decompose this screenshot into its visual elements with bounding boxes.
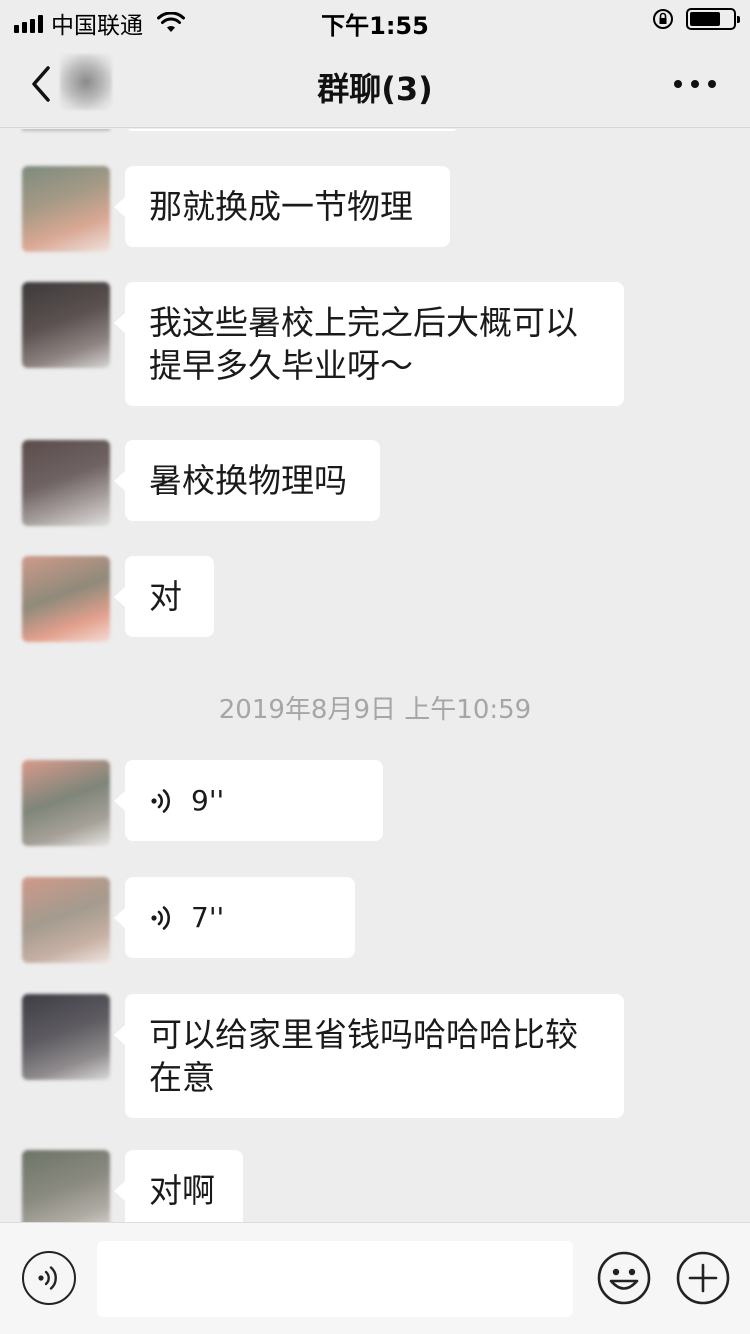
status-bar: 中国联通 下午1:55	[0, 0, 750, 40]
voice-duration: 9''	[191, 784, 225, 817]
rotation-lock-icon	[653, 9, 673, 29]
message-text: 可以给家里省钱吗哈哈哈比较	[149, 1015, 578, 1054]
chat-title: 群聊(3)	[317, 70, 433, 108]
message-input[interactable]	[97, 1241, 573, 1317]
avatar[interactable]	[22, 166, 110, 252]
more-dots-icon[interactable]	[674, 80, 716, 88]
message-text: 那就换成一节物理	[149, 187, 413, 226]
message-text: 提早多久毕业呀～	[149, 346, 413, 385]
emoji-icon[interactable]	[596, 1250, 652, 1306]
avatar	[22, 129, 110, 131]
voice-message-bubble[interactable]: 7''	[114, 877, 355, 958]
message-bubble[interactable]: 对	[114, 556, 214, 637]
nav-bar: 群聊(3)	[0, 40, 750, 128]
message-text: 在意	[149, 1058, 215, 1097]
avatar[interactable]	[22, 760, 110, 846]
avatar[interactable]	[22, 1150, 110, 1222]
message-text: 对啊	[149, 1171, 215, 1210]
message-text: 我这些暑校上完之后大概可以	[149, 303, 578, 342]
message-bubble[interactable]: 可以给家里省钱吗哈哈哈比较 在意	[114, 994, 624, 1118]
message-bubble	[125, 129, 460, 131]
voice-duration: 7''	[191, 901, 225, 934]
message-bubble[interactable]: 那就换成一节物理	[114, 166, 450, 247]
status-time: 下午1:55	[321, 12, 429, 40]
voice-playback-icon	[151, 788, 171, 813]
chat-timestamp: 2019年8月9日 上午10:59	[218, 695, 532, 725]
input-bar	[0, 1222, 750, 1334]
voice-message-bubble[interactable]: 9''	[114, 760, 383, 841]
avatar[interactable]	[22, 877, 110, 963]
voice-playback-icon	[151, 905, 171, 930]
voice-icon[interactable]	[22, 1251, 76, 1305]
battery-icon	[686, 8, 740, 30]
avatar[interactable]	[22, 440, 110, 526]
message-bubble[interactable]: 暑校换物理吗	[114, 440, 380, 521]
message-text: 暑校换物理吗	[149, 461, 347, 500]
message-bubble[interactable]: 对啊	[114, 1150, 243, 1222]
plus-icon[interactable]	[675, 1250, 731, 1306]
avatar[interactable]	[22, 556, 110, 642]
message-text: 对	[149, 577, 182, 616]
chat-area[interactable]: 那就换成一节物理 我这些暑校上完之后大概可以 提早多久毕业呀～ 暑校换物理吗 对…	[0, 129, 750, 1222]
status-right	[652, 8, 740, 30]
avatar[interactable]	[22, 282, 110, 368]
message-bubble[interactable]: 我这些暑校上完之后大概可以 提早多久毕业呀～	[114, 282, 624, 406]
avatar[interactable]	[22, 994, 110, 1080]
